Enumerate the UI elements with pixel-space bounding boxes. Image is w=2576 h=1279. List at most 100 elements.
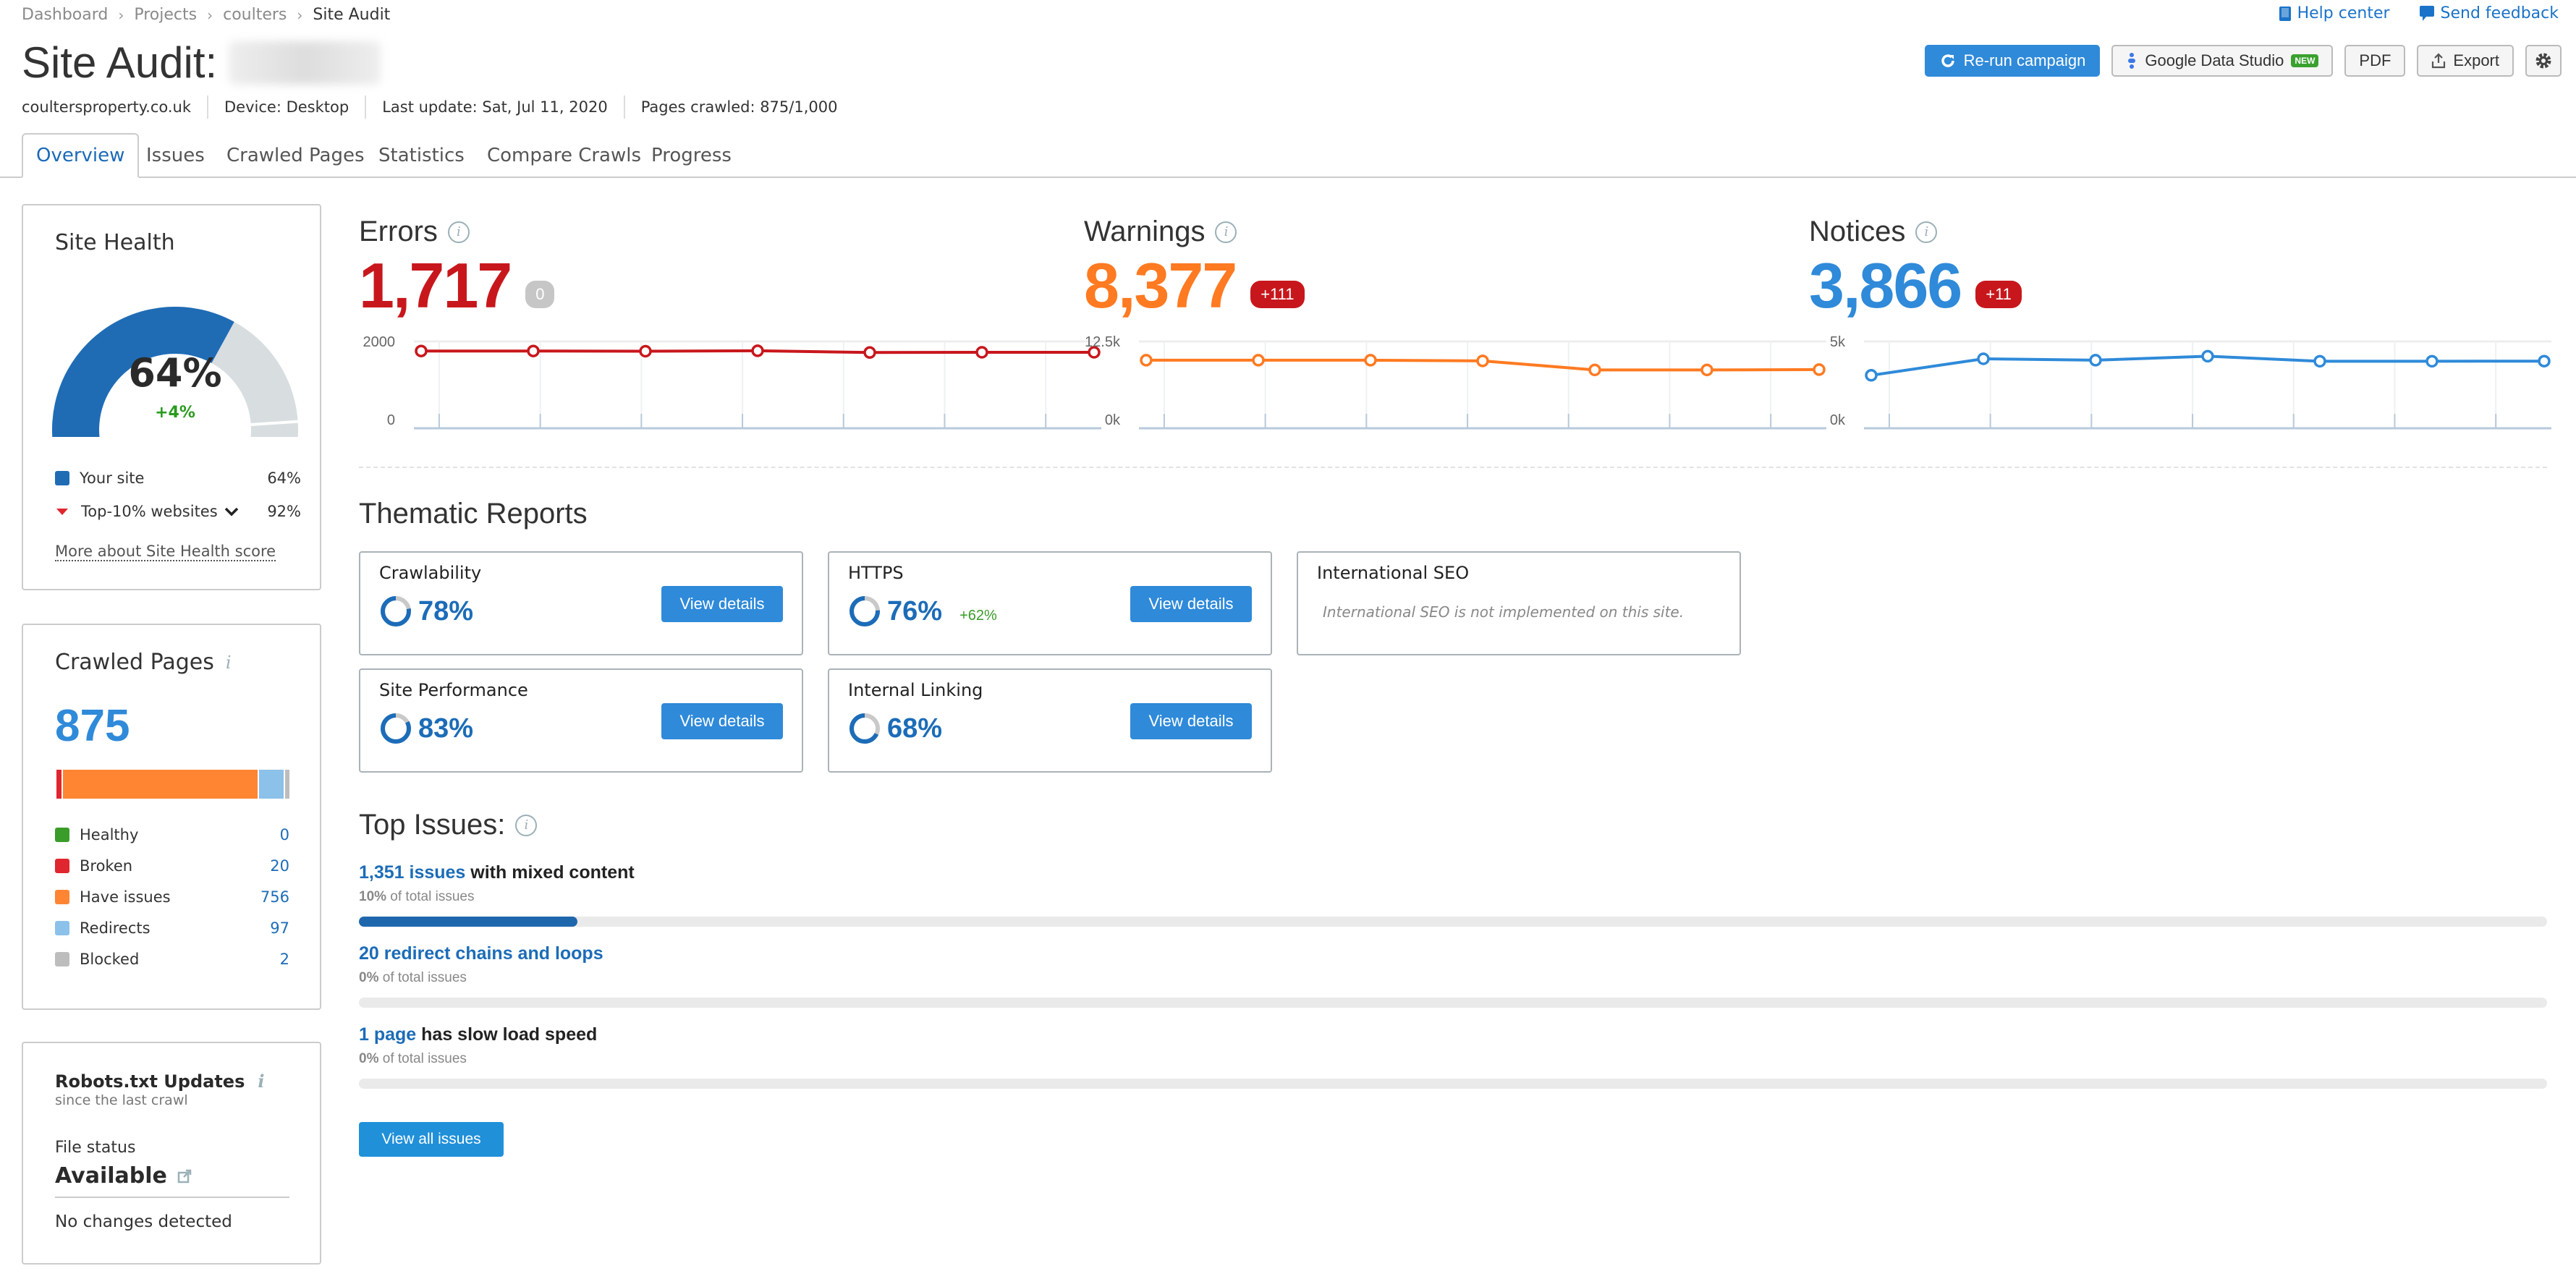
top-issues-title: Top Issues:	[359, 809, 506, 841]
breadcrumb-project[interactable]: coulters	[223, 6, 287, 24]
google-data-studio-button[interactable]: Google Data Studio NEW	[2111, 45, 2334, 77]
view-details-button[interactable]: View details	[1130, 703, 1252, 739]
bar-segment-redirects[interactable]	[258, 770, 284, 799]
bar-segment-broken[interactable]	[56, 770, 62, 799]
legend-count-link[interactable]: 2	[280, 951, 289, 968]
thematic-card-site-performance: Site Performance 83% View details	[359, 668, 803, 773]
help-center-link[interactable]: Help center	[2279, 4, 2390, 22]
rerun-campaign-button[interactable]: Re-run campaign	[1924, 45, 2101, 77]
warnings-data-point[interactable]	[1252, 354, 1265, 367]
warnings-ymax-label: 12.5k	[1085, 334, 1120, 350]
errors-data-point[interactable]	[975, 346, 988, 359]
errors-data-point[interactable]	[415, 344, 428, 357]
errors-data-point[interactable]	[639, 344, 652, 358]
view-details-button[interactable]: View details	[661, 586, 783, 622]
robots-title: Robots.txt Updates i	[55, 1071, 265, 1092]
errors-sparkline	[414, 340, 1101, 430]
issue-link[interactable]: 20 redirect chains and loops	[359, 943, 603, 964]
tab-statistics[interactable]: Statistics	[365, 133, 478, 178]
view-all-issues-button[interactable]: View all issues	[359, 1122, 504, 1157]
info-icon[interactable]: i	[258, 1071, 264, 1092]
notices-data-point[interactable]	[2538, 354, 2551, 367]
breadcrumb-current: Site Audit	[313, 6, 391, 24]
new-badge: NEW	[2291, 54, 2319, 67]
warnings-value[interactable]: 8,377	[1084, 249, 1237, 323]
book-icon	[2279, 6, 2291, 21]
external-link-icon[interactable]	[177, 1169, 192, 1184]
card-percent: 78%	[418, 595, 474, 626]
card-score: 68%	[848, 712, 942, 745]
issue-heading: 1,351 issues with mixed content	[359, 862, 2547, 883]
tab-overview[interactable]: Overview	[22, 133, 140, 178]
notices-data-point[interactable]	[2089, 354, 2102, 367]
top-issue-item: 1 page has slow load speed 0% of total i…	[359, 1024, 2547, 1089]
refresh-icon	[1941, 54, 1954, 67]
your-site-swatch	[55, 471, 69, 485]
notices-data-point[interactable]	[1977, 352, 1990, 365]
info-icon[interactable]: i	[1215, 221, 1237, 243]
notices-data-point[interactable]	[2425, 354, 2439, 368]
warnings-data-point[interactable]	[1700, 363, 1713, 377]
site-health-score: 64%	[128, 350, 222, 396]
card-title: Site Performance	[379, 680, 528, 700]
thematic-reports-title: Thematic Reports	[359, 498, 588, 530]
breadcrumb-projects[interactable]: Projects	[134, 6, 197, 24]
warnings-data-point[interactable]	[1588, 363, 1601, 377]
issue-share: 10% of total issues	[359, 889, 2547, 905]
legend-broken: Broken 20	[55, 855, 289, 877]
view-details-button[interactable]: View details	[661, 703, 783, 739]
info-icon[interactable]: i	[1915, 221, 1938, 243]
crawled-pages-title: Crawled Pages i	[55, 650, 232, 675]
errors-value[interactable]: 1,717	[359, 249, 512, 323]
errors-ymax-label: 2000	[363, 334, 396, 350]
warnings-data-point[interactable]	[1364, 354, 1377, 367]
gds-label: Google Data Studio	[2145, 51, 2284, 69]
upload-icon	[2432, 53, 2446, 69]
device-info: Device: Desktop	[207, 95, 365, 119]
more-about-site-health-link[interactable]: More about Site Health score	[55, 543, 276, 561]
errors-data-point[interactable]	[751, 344, 764, 357]
notices-data-point[interactable]	[2313, 354, 2326, 368]
breadcrumb-dashboard[interactable]: Dashboard	[22, 6, 108, 24]
legend-count-link[interactable]: 0	[280, 826, 289, 844]
issue-progress-fill	[359, 917, 578, 927]
info-icon[interactable]: i	[226, 653, 232, 673]
tab-compare-crawls[interactable]: Compare Crawls	[474, 133, 654, 178]
legend-label: Healthy	[80, 826, 139, 844]
tab-issues[interactable]: Issues	[133, 133, 218, 178]
view-details-button[interactable]: View details	[1130, 586, 1252, 622]
warnings-data-point[interactable]	[1813, 363, 1826, 376]
tab-progress[interactable]: Progress	[638, 133, 745, 178]
info-icon[interactable]: i	[447, 221, 470, 243]
top-issues-heading: Top Issues: i	[359, 809, 538, 841]
notices-data-point[interactable]	[2201, 349, 2214, 363]
bar-segment-have-issues[interactable]	[63, 770, 258, 799]
warnings-sparkline	[1139, 340, 1826, 430]
issue-link[interactable]: 1,351 issues	[359, 862, 465, 883]
legend-count-link[interactable]: 756	[260, 888, 289, 906]
legend-top10[interactable]: Top-10% websites 92%	[55, 501, 301, 522]
settings-button[interactable]	[2525, 45, 2562, 77]
legend-label: Redirects	[80, 919, 151, 937]
pdf-button[interactable]: PDF	[2344, 45, 2406, 77]
site-health-panel: Site Health 64% +4% Your site 64% Top-10…	[22, 204, 321, 590]
card-score: 76% +62%	[848, 595, 997, 628]
legend-count-link[interactable]: 97	[270, 919, 289, 937]
bar-segment-blocked[interactable]	[285, 770, 289, 799]
notices-delta-badge: +11	[1975, 281, 2022, 308]
pdf-label: PDF	[2359, 51, 2391, 69]
errors-data-point[interactable]	[863, 346, 876, 360]
errors-data-point[interactable]	[527, 344, 540, 357]
crawled-pages-total[interactable]: 875	[55, 700, 130, 752]
notices-value[interactable]: 3,866	[1809, 249, 1962, 323]
send-feedback-link[interactable]: Send feedback	[2419, 4, 2559, 22]
tab-crawled-pages[interactable]: Crawled Pages	[213, 133, 378, 178]
info-icon[interactable]: i	[515, 814, 538, 836]
warnings-data-point[interactable]	[1140, 354, 1153, 367]
warnings-data-point[interactable]	[1476, 354, 1489, 367]
legend-count-link[interactable]: 20	[270, 857, 289, 875]
file-status-value: Available	[55, 1163, 167, 1189]
export-button[interactable]: Export	[2417, 45, 2514, 77]
issue-link[interactable]: 1 page	[359, 1024, 416, 1045]
notices-data-point[interactable]	[1865, 369, 1878, 382]
